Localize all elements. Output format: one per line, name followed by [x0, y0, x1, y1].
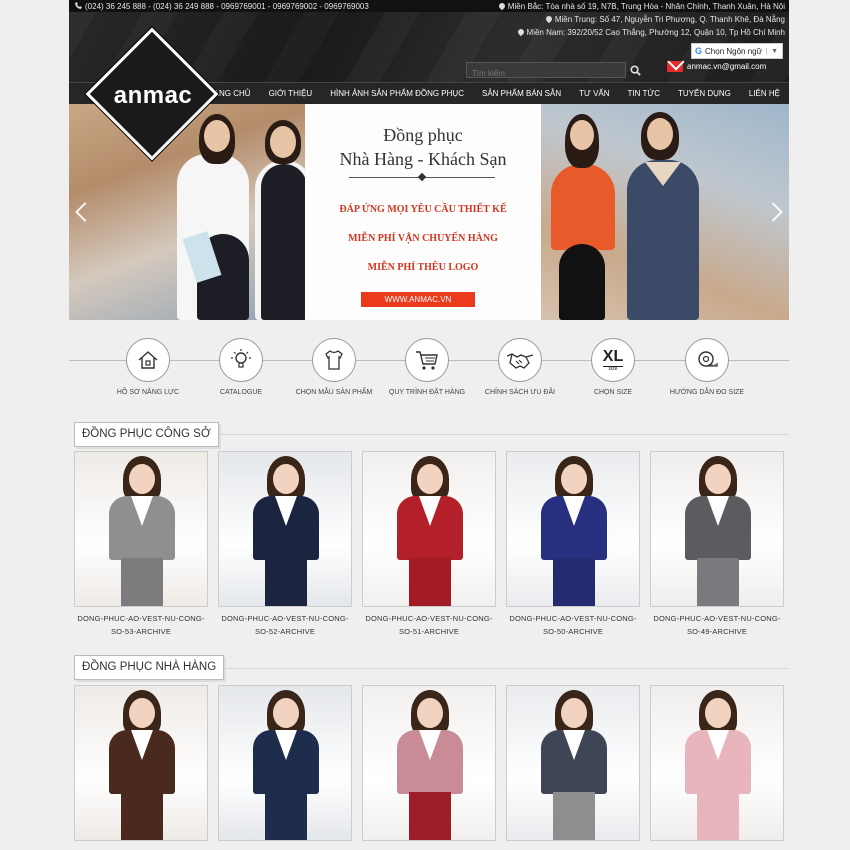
- phone-numbers: (024) 36 245 888 - (024) 36 249 888 - 09…: [85, 2, 369, 11]
- product-card[interactable]: DONG-PHUC-AO-VEST-NU-CONG- SO-51-ARCHIVE: [362, 451, 496, 638]
- search-box: [466, 62, 626, 81]
- feature-choose-size[interactable]: XL size CHỌN SIZE: [563, 338, 663, 396]
- banner-website-button[interactable]: WWW.ANMAC.VN: [361, 292, 475, 307]
- phone-icon: [75, 2, 82, 11]
- search-button[interactable]: [627, 62, 643, 78]
- product-image[interactable]: [362, 451, 496, 607]
- product-image[interactable]: [650, 685, 784, 841]
- address-north: Miền Bắc: Tòa nhà số 19, N7B, Trung Hòa …: [499, 2, 785, 11]
- banner-left-photo: [69, 104, 313, 320]
- product-image[interactable]: [506, 451, 640, 607]
- banner-line-3: MIỄN PHÍ THÊU LOGO: [367, 262, 479, 273]
- product-card[interactable]: [74, 685, 208, 841]
- dropdown-arrow-icon: ▼: [766, 47, 782, 55]
- feature-measure-guide[interactable]: HƯỚNG DẪN ĐO SIZE: [657, 338, 757, 396]
- nav-news[interactable]: TIN TỨC: [619, 83, 669, 105]
- feature-catalogue[interactable]: CATALOGUE: [191, 338, 291, 396]
- feature-promotions[interactable]: CHÍNH SÁCH ƯU ĐÃI: [470, 338, 570, 396]
- size-xl-icon: XL size: [602, 347, 624, 372]
- product-card[interactable]: [650, 685, 784, 841]
- banner-next-arrow[interactable]: [769, 202, 783, 222]
- product-card[interactable]: DONG-PHUC-AO-VEST-NU-CONG- SO-50-ARCHIVE: [506, 451, 640, 638]
- product-caption[interactable]: DONG-PHUC-AO-VEST-NU-CONG- SO-49-ARCHIVE: [650, 612, 784, 638]
- product-caption[interactable]: DONG-PHUC-AO-VEST-NU-CONG- SO-50-ARCHIVE: [506, 612, 640, 638]
- lightbulb-icon: [231, 349, 251, 368]
- product-card[interactable]: DONG-PHUC-AO-VEST-NU-CONG- SO-53-ARCHIVE: [74, 451, 208, 638]
- product-caption[interactable]: DONG-PHUC-AO-VEST-NU-CONG- SO-51-ARCHIVE: [362, 612, 496, 638]
- search-input[interactable]: [467, 66, 625, 81]
- feature-choose-sample[interactable]: CHỌN MẪU SẢN PHẨM: [284, 338, 384, 396]
- address-central: Miền Trung: Số 47, Nguyễn Tri Phương, Q.…: [546, 15, 785, 24]
- product-image[interactable]: [74, 685, 208, 841]
- banner-line-2: MIỄN PHÍ VẬN CHUYỂN HÀNG: [348, 233, 498, 244]
- product-card[interactable]: [362, 685, 496, 841]
- product-image[interactable]: [218, 451, 352, 607]
- email-link[interactable]: anmac.vn@gmail.com: [667, 61, 766, 72]
- feature-profile[interactable]: HỒ SƠ NĂNG LỰC: [98, 338, 198, 396]
- language-selector[interactable]: G Chọn Ngôn ngữ ▼: [691, 43, 783, 59]
- product-card[interactable]: [218, 685, 352, 841]
- nav-consulting[interactable]: TƯ VẤN: [570, 83, 618, 105]
- product-image[interactable]: [362, 685, 496, 841]
- section-title-office[interactable]: ĐỒNG PHỤC CÔNG SỞ: [74, 422, 219, 447]
- product-image[interactable]: [506, 685, 640, 841]
- product-card[interactable]: DONG-PHUC-AO-VEST-NU-CONG- SO-49-ARCHIVE: [650, 451, 784, 638]
- product-caption[interactable]: DONG-PHUC-AO-VEST-NU-CONG- SO-53-ARCHIVE: [74, 612, 208, 638]
- feature-order-process[interactable]: QUY TRÌNH ĐẶT HÀNG: [377, 338, 477, 396]
- search-icon: [629, 64, 641, 76]
- nav-about[interactable]: GIỚI THIỆU: [260, 83, 322, 105]
- cart-icon: [416, 351, 438, 370]
- banner-title-line2: Nhà Hàng - Khách Sạn: [339, 149, 507, 169]
- banner-right-photo: [541, 104, 789, 320]
- section-title-restaurant[interactable]: ĐỒNG PHỤC NHÀ HÀNG: [74, 655, 225, 680]
- product-image[interactable]: [650, 451, 784, 607]
- handshake-icon: [506, 353, 534, 369]
- feature-icons-row: HỒ SƠ NĂNG LỰC CATALOGUE CHỌN MẪU SẢN PH…: [69, 338, 789, 408]
- nav-product-images[interactable]: HÌNH ẢNH SẢN PHẨM ĐỒNG PHỤC: [321, 83, 473, 105]
- product-card[interactable]: DONG-PHUC-AO-VEST-NU-CONG- SO-52-ARCHIVE: [218, 451, 352, 638]
- banner-prev-arrow[interactable]: [73, 202, 87, 222]
- house-icon: [138, 351, 158, 369]
- address-south: Miền Nam: 392/20/52 Cao Thắng, Phường 12…: [518, 28, 785, 37]
- product-caption[interactable]: DONG-PHUC-AO-VEST-NU-CONG- SO-52-ARCHIVE: [218, 612, 352, 638]
- nav-ready-products[interactable]: SẢN PHẨM BÁN SẴN: [473, 83, 570, 105]
- map-pin-icon: [499, 3, 505, 11]
- mail-icon: [667, 61, 683, 72]
- map-pin-icon: [518, 29, 524, 37]
- nav-recruitment[interactable]: TUYỂN DỤNG: [669, 83, 740, 105]
- banner-title-line1: Đồng phục: [383, 125, 463, 145]
- tape-measure-icon: [698, 351, 718, 367]
- product-image[interactable]: [218, 685, 352, 841]
- logo-text[interactable]: anmac: [106, 82, 200, 110]
- shirt-icon: [325, 350, 343, 370]
- nav-contact[interactable]: LIÊN HỆ: [740, 83, 789, 105]
- product-image[interactable]: [74, 451, 208, 607]
- google-icon: G: [695, 46, 703, 56]
- phone-info: (024) 36 245 888 - (024) 36 249 888 - 09…: [75, 2, 369, 11]
- map-pin-icon: [546, 16, 552, 24]
- product-card[interactable]: [506, 685, 640, 841]
- banner-line-1: ĐÁP ỨNG MỌI YÊU CẦU THIẾT KẾ: [339, 204, 507, 215]
